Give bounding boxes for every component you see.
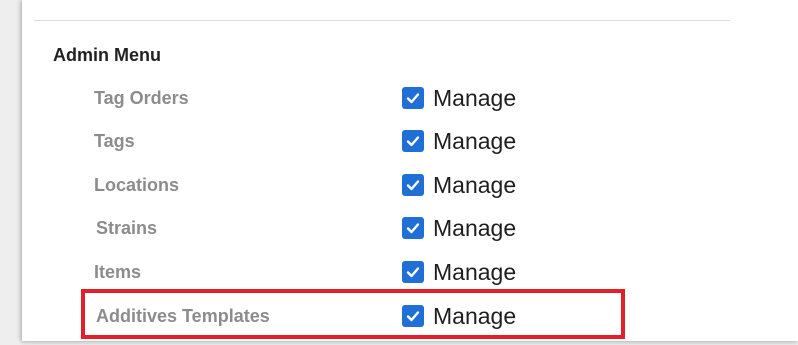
manage-checkbox[interactable] xyxy=(402,174,424,196)
checkmark-icon xyxy=(406,136,420,147)
permission-row-strains: Strains Manage xyxy=(0,208,700,248)
section-divider xyxy=(34,20,730,21)
permission-label: Additives Templates xyxy=(96,306,270,326)
permission-label: Items xyxy=(94,262,142,282)
permission-row-tags: Tags Manage xyxy=(0,121,700,161)
permission-label: Tag Orders xyxy=(94,88,189,108)
permission-row-locations: Locations Manage xyxy=(0,165,700,205)
manage-label[interactable]: Manage xyxy=(433,214,516,242)
permission-label: Tags xyxy=(94,131,135,151)
manage-label[interactable]: Manage xyxy=(433,171,516,199)
permission-row-additives-templates: Additives Templates Manage xyxy=(0,296,700,336)
manage-label[interactable]: Manage xyxy=(433,302,516,330)
permission-row-items: Items Manage xyxy=(0,252,700,292)
manage-label[interactable]: Manage xyxy=(433,127,516,155)
checkmark-icon xyxy=(406,311,420,322)
manage-checkbox[interactable] xyxy=(402,130,424,152)
permission-label: Locations xyxy=(94,175,180,195)
manage-label[interactable]: Manage xyxy=(433,84,516,112)
manage-checkbox[interactable] xyxy=(402,305,424,327)
checkmark-icon xyxy=(406,93,420,104)
checkmark-icon xyxy=(406,267,420,278)
permission-row-tag-orders: Tag Orders Manage xyxy=(0,78,700,118)
checkmark-icon xyxy=(406,223,420,234)
checkmark-icon xyxy=(406,180,420,191)
manage-checkbox[interactable] xyxy=(402,217,424,239)
section-title: Admin Menu xyxy=(53,45,161,65)
screenshot-area: Admin Menu Tag Orders Manage Tags Manage… xyxy=(0,0,798,345)
manage-checkbox[interactable] xyxy=(402,261,424,283)
manage-checkbox[interactable] xyxy=(402,87,424,109)
permission-label: Strains xyxy=(96,218,158,238)
manage-label[interactable]: Manage xyxy=(433,258,516,286)
